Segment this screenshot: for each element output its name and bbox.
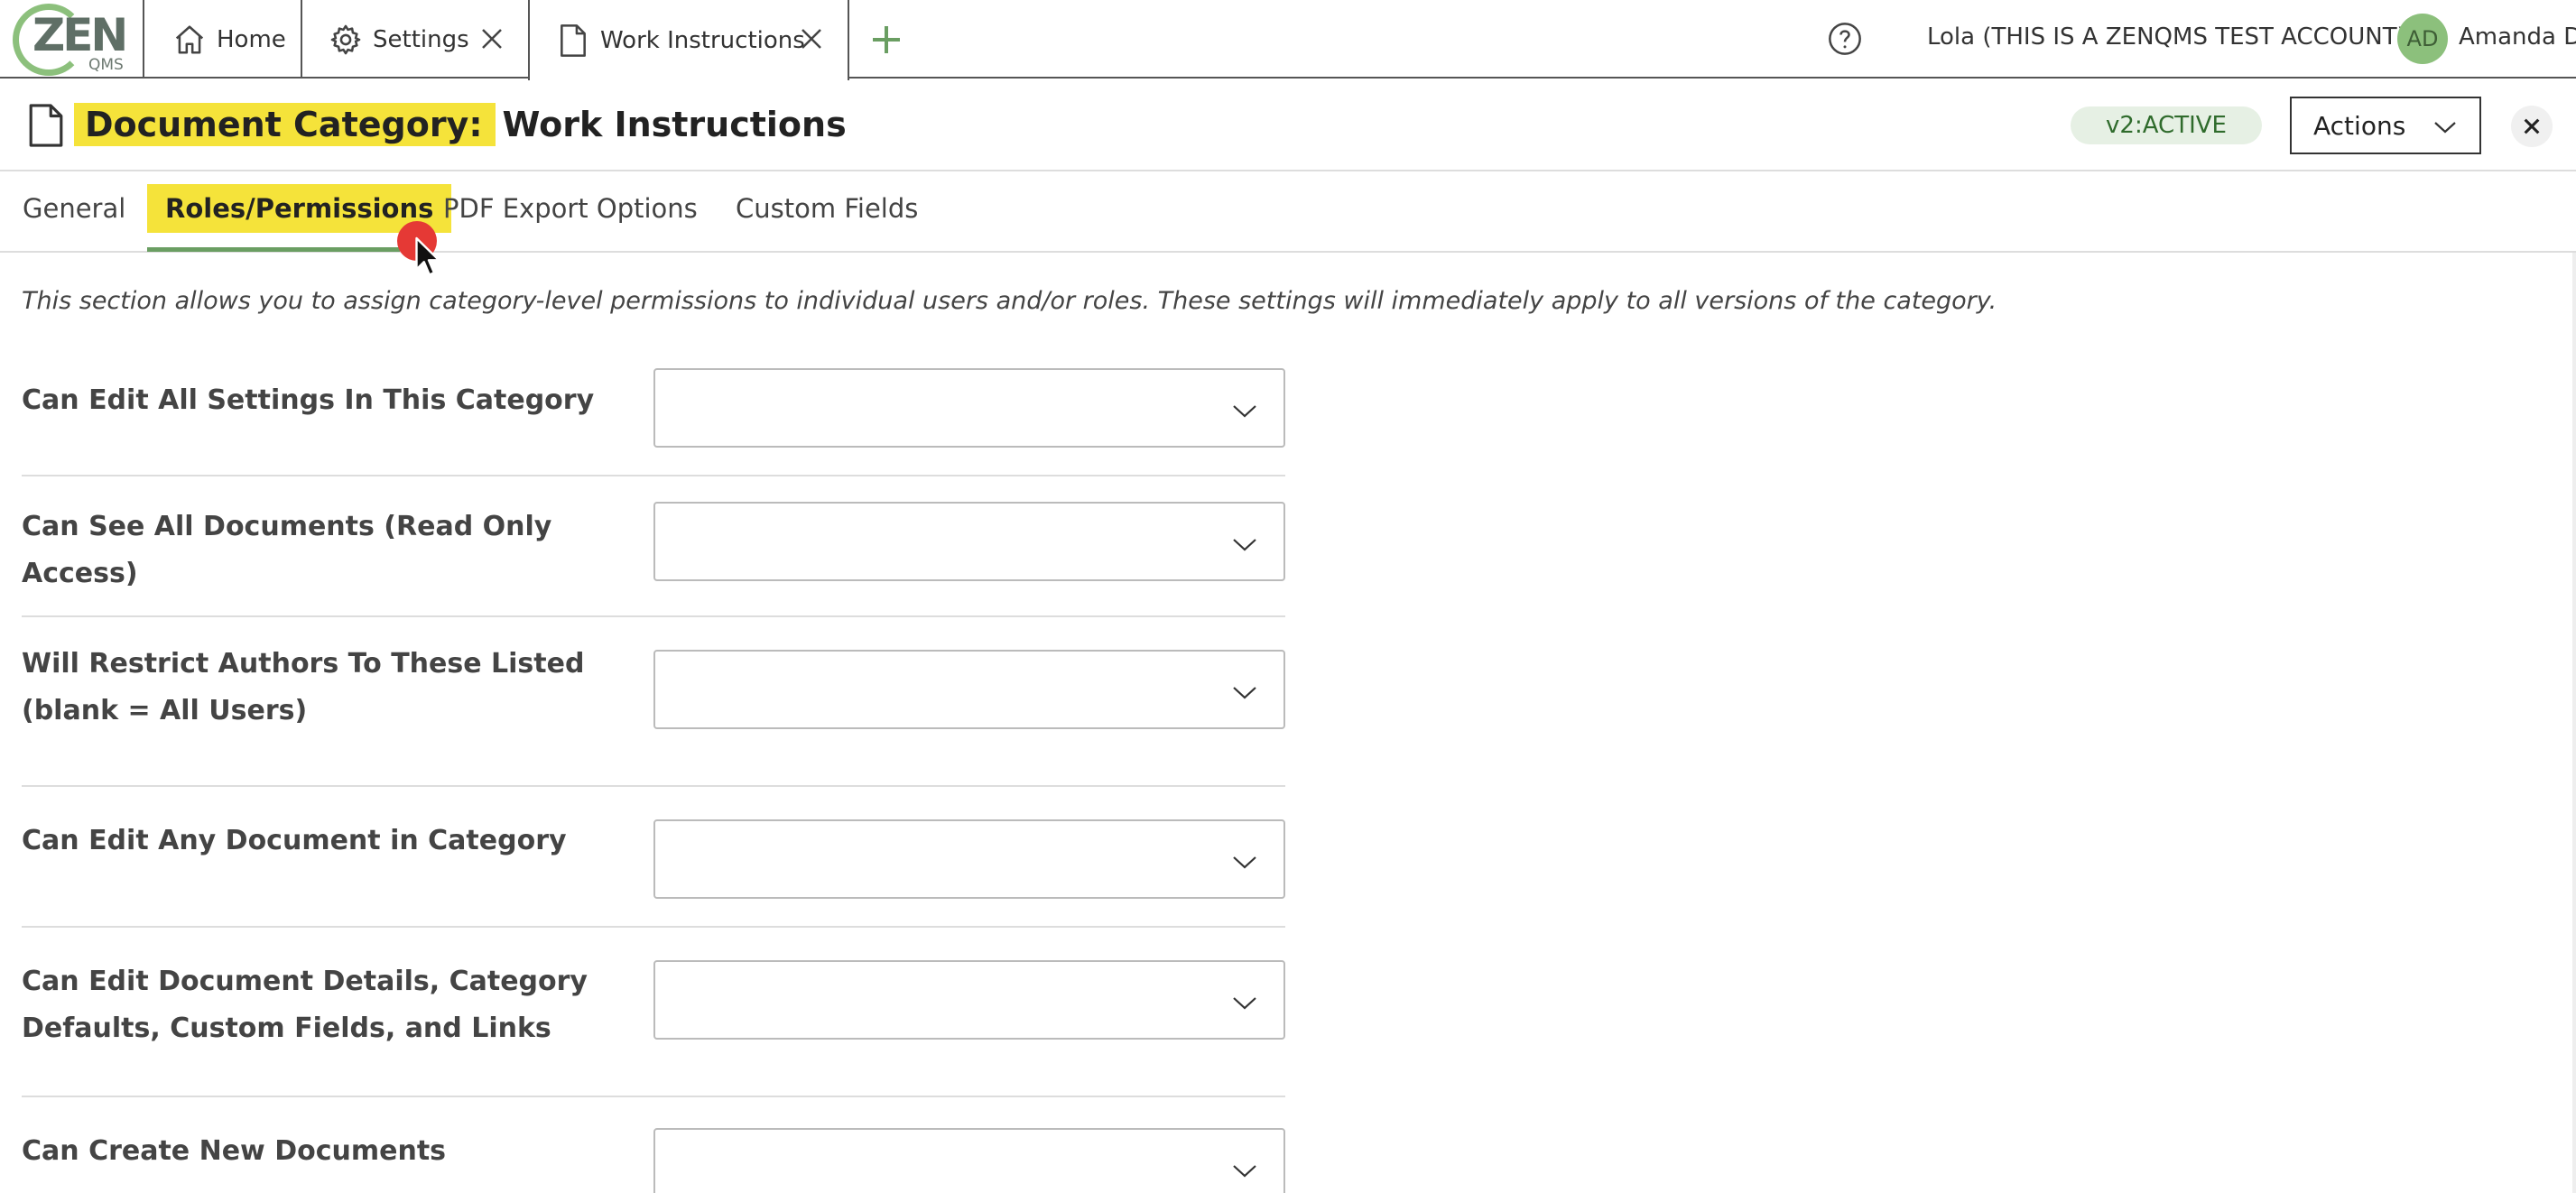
page-title-name: Work Instructions — [502, 105, 847, 144]
help-icon[interactable] — [1827, 21, 1863, 57]
logo-subtext: QMS — [88, 56, 124, 74]
page-title-prefix: Document Category: — [74, 103, 496, 146]
mouse-cursor-icon — [415, 236, 442, 278]
active-tab-indicator — [147, 247, 400, 252]
permission-select-create-documents[interactable] — [653, 1128, 1285, 1193]
tab-custom-fields[interactable]: Custom Fields — [736, 184, 918, 233]
permission-row-edit-settings: Can Edit All Settings In This Category — [22, 350, 1285, 476]
chevron-down-icon — [1233, 997, 1256, 1010]
permission-select-edit-any-document[interactable] — [653, 819, 1285, 899]
permission-label: Can Edit Any Document in Category — [22, 825, 567, 856]
permission-row-edit-any-document: Can Edit Any Document in Category — [22, 787, 1285, 928]
tab-work-instructions[interactable]: Work Instructions — [528, 0, 849, 80]
permission-label: Can Create New Documents — [22, 1135, 447, 1167]
permission-row-read-only: Can See All Documents (Read Only Access) — [22, 476, 1285, 617]
permission-label: Can Edit All Settings In This Category — [22, 384, 595, 416]
status-badge: v2:ACTIVE — [2071, 106, 2262, 144]
tab-work-instructions-label: Work Instructions — [600, 26, 805, 54]
permission-row-restrict-authors: Will Restrict Authors To These Listed (b… — [22, 617, 1285, 787]
account-name[interactable]: Lola (THIS IS A ZENQMS TEST ACCOUNT) — [1927, 23, 2406, 51]
close-page-button[interactable] — [2511, 106, 2553, 147]
user-name[interactable]: Amanda D — [2459, 23, 2576, 51]
scrollbar-track[interactable] — [2572, 253, 2576, 1193]
document-icon — [27, 102, 65, 149]
tab-home[interactable]: Home — [143, 0, 301, 79]
chevron-down-icon — [1233, 687, 1256, 699]
top-tab-bar: ZEN QMS Home Settings Work Instructions … — [0, 0, 2576, 80]
chevron-down-icon — [1233, 539, 1256, 551]
close-icon[interactable] — [476, 23, 508, 55]
permission-select-read-only[interactable] — [653, 502, 1285, 581]
permission-label: Will Restrict Authors To These Listed (b… — [22, 648, 585, 726]
chevron-down-icon — [2434, 122, 2456, 134]
avatar[interactable]: AD — [2397, 14, 2448, 64]
page-header: Document Category: Work Instructions v2:… — [0, 79, 2576, 171]
tab-general[interactable]: General — [23, 184, 125, 233]
home-icon — [171, 22, 208, 58]
tab-home-label: Home — [217, 25, 286, 53]
gear-icon — [328, 22, 364, 58]
permission-select-edit-settings[interactable] — [653, 368, 1285, 448]
logo-text: ZEN — [32, 9, 128, 61]
tab-settings-label: Settings — [373, 25, 469, 53]
permission-select-restrict-authors[interactable] — [653, 650, 1285, 729]
chevron-down-icon — [1233, 856, 1256, 869]
actions-button[interactable]: Actions — [2290, 97, 2481, 154]
zenqms-logo[interactable]: ZEN QMS — [13, 4, 128, 76]
chevron-down-icon — [1233, 1165, 1256, 1178]
add-tab-plus-icon[interactable] — [868, 22, 904, 58]
section-description: This section allows you to assign catego… — [22, 287, 1997, 315]
document-icon — [555, 23, 591, 59]
permission-row-edit-document-details: Can Edit Document Details, Category Defa… — [22, 928, 1285, 1097]
close-icon[interactable] — [795, 23, 828, 55]
permission-row-create-documents: Can Create New Documents — [22, 1097, 1285, 1193]
permission-label: Can See All Documents (Read Only Access) — [22, 511, 552, 589]
chevron-down-icon — [1233, 405, 1256, 418]
permission-select-edit-document-details[interactable] — [653, 960, 1285, 1040]
actions-button-label: Actions — [2313, 110, 2406, 141]
tab-settings[interactable]: Settings — [301, 0, 528, 79]
sub-tab-bar: General Roles/Permissions PDF Export Opt… — [0, 171, 2576, 253]
permission-label: Can Edit Document Details, Category Defa… — [22, 966, 588, 1044]
page-title: Document Category: Work Instructions — [74, 98, 847, 151]
tab-pdf-export-options[interactable]: PDF Export Options — [443, 184, 698, 233]
